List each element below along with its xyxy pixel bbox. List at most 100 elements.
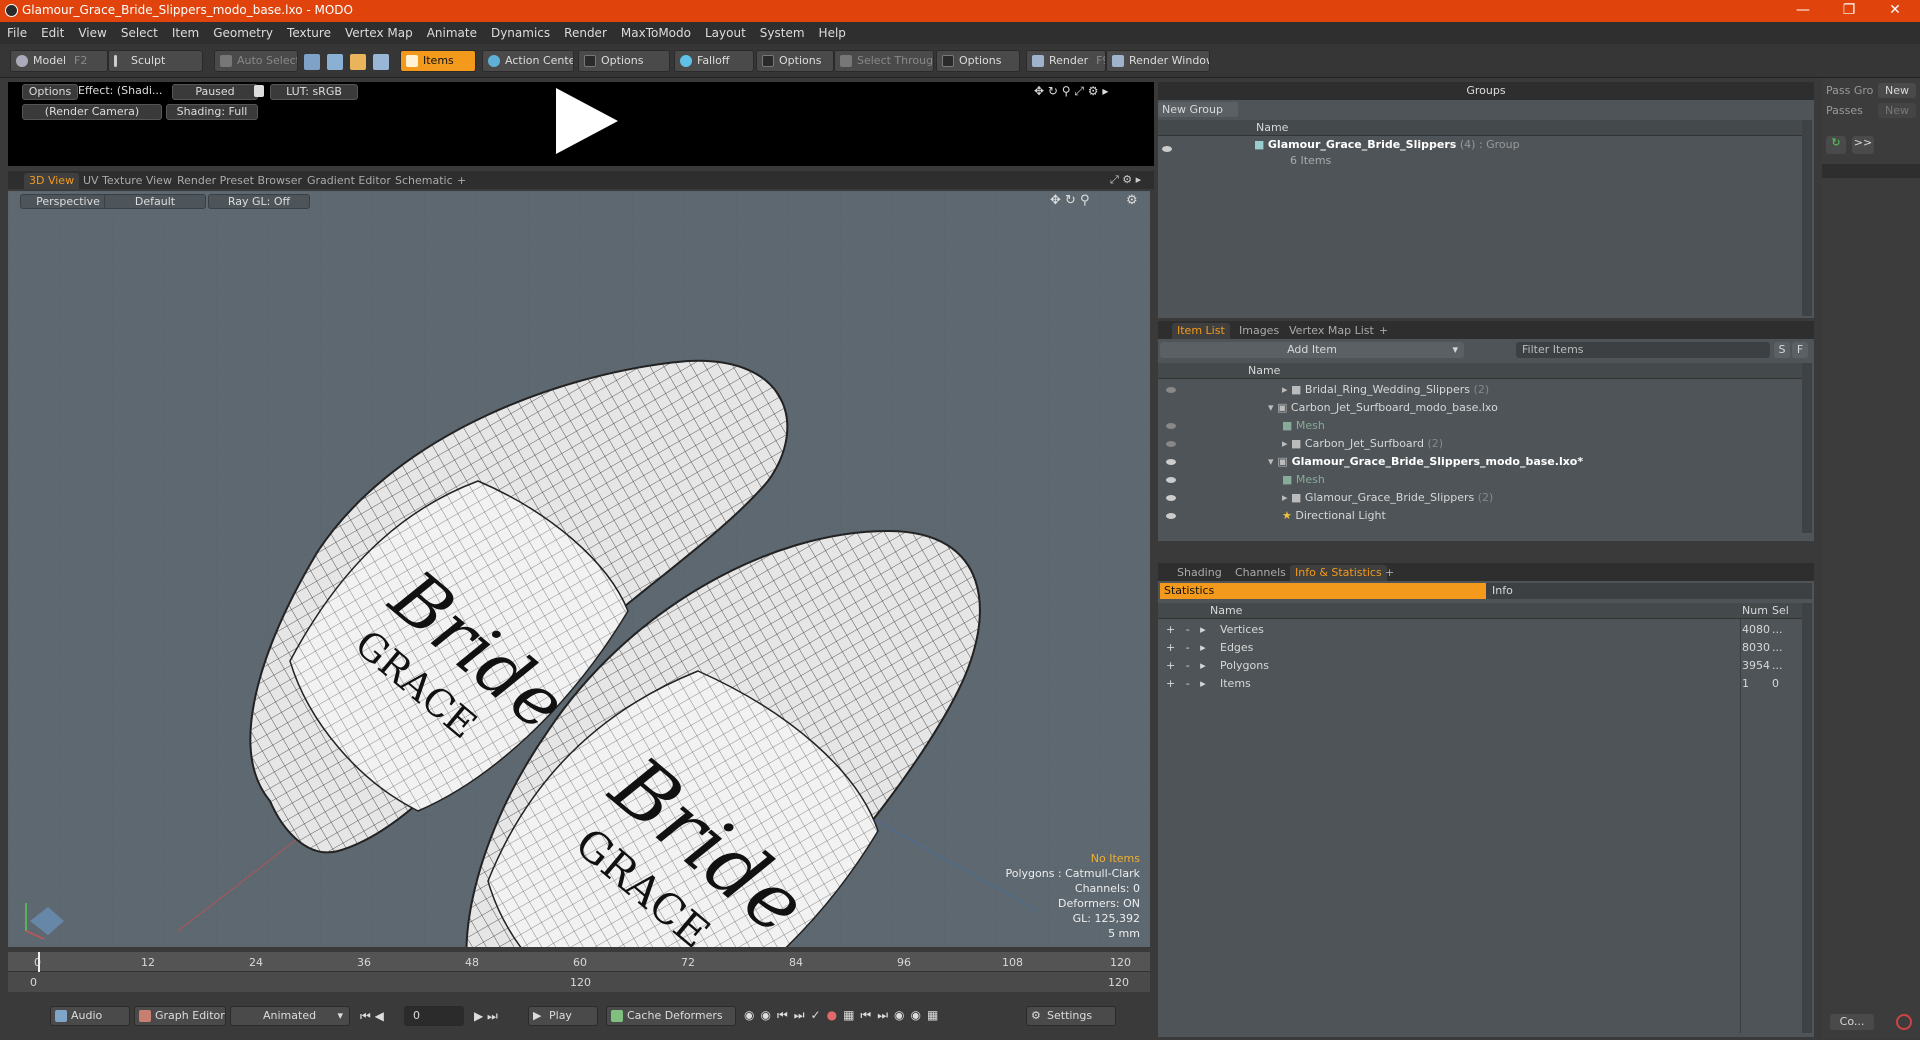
- falloff-options-button[interactable]: Options: [756, 50, 834, 72]
- select-through-options-button[interactable]: Options: [936, 50, 1020, 72]
- preview-options-button[interactable]: Options: [22, 84, 78, 100]
- action-center-options-button[interactable]: Options: [578, 50, 670, 72]
- expand-icon[interactable]: + - ▸: [1166, 657, 1206, 675]
- s-button[interactable]: S: [1774, 342, 1790, 358]
- menu-edit[interactable]: Edit: [34, 22, 71, 44]
- tab-vertex-map-list[interactable]: Vertex Map List: [1284, 323, 1379, 339]
- list-item[interactable]: ■ Mesh: [1282, 417, 1325, 435]
- menu-maxtomodo[interactable]: MaxToModo: [614, 22, 698, 44]
- graph-editor-button[interactable]: Graph Editor: [134, 1006, 226, 1026]
- eye-icon[interactable]: [1166, 495, 1176, 501]
- lock-icon[interactable]: [254, 85, 264, 97]
- preview-paused-button[interactable]: Paused: [172, 84, 258, 100]
- step-forward-icons[interactable]: ▶ ⏭: [474, 1009, 498, 1024]
- vertices-mode-icon[interactable]: [304, 54, 320, 70]
- minimize-icon[interactable]: —: [1780, 0, 1826, 22]
- maximize-icon[interactable]: ❐: [1826, 0, 1872, 22]
- new-pass-group-button[interactable]: New: [1878, 83, 1916, 98]
- menu-select[interactable]: Select: [114, 22, 165, 44]
- menu-dynamics[interactable]: Dynamics: [484, 22, 557, 44]
- action-center-button[interactable]: Action Center: [482, 50, 574, 72]
- timeline[interactable]: 0 12 24 36 48 60 72 84 96 108 120 0 120 …: [8, 952, 1150, 992]
- select-through-button[interactable]: Select Through: [834, 50, 934, 72]
- falloff-button[interactable]: Falloff: [674, 50, 754, 72]
- menu-help[interactable]: Help: [812, 22, 853, 44]
- menu-geometry[interactable]: Geometry: [206, 22, 280, 44]
- add-tab-button[interactable]: +: [452, 173, 471, 189]
- materials-mode-icon[interactable]: [373, 54, 389, 70]
- view-tab-controls[interactable]: ⤢ ⚙ ▸: [1110, 173, 1141, 187]
- tab-info-statistics[interactable]: Info & Statistics: [1290, 565, 1387, 581]
- expand-icon[interactable]: + - ▸: [1166, 675, 1206, 693]
- tab-images[interactable]: Images: [1234, 323, 1284, 339]
- shading-dropdown[interactable]: Shading: Full: [166, 104, 258, 120]
- audio-button[interactable]: Audio: [50, 1006, 130, 1026]
- 3d-viewport[interactable]: Bride GRACE Bride GRACE Perspective Defa…: [8, 191, 1150, 947]
- eye-icon[interactable]: [1166, 387, 1176, 393]
- expand-icon[interactable]: + - ▸: [1166, 639, 1206, 657]
- tab-channels[interactable]: Channels: [1230, 565, 1291, 581]
- f-button[interactable]: F: [1792, 342, 1808, 358]
- render-button[interactable]: Render F9: [1026, 50, 1106, 72]
- tab-shading[interactable]: Shading: [1172, 565, 1227, 581]
- list-item[interactable]: ■ Mesh: [1282, 471, 1325, 489]
- menu-vertex-map[interactable]: Vertex Map: [338, 22, 420, 44]
- menu-animate[interactable]: Animate: [420, 22, 484, 44]
- stats-row[interactable]: + - ▸ Polygons 3954...: [1158, 657, 1810, 675]
- settings-button[interactable]: ⚙ Settings: [1026, 1006, 1116, 1026]
- stats-row[interactable]: + - ▸ Edges 8030...: [1158, 639, 1810, 657]
- groups-scrollbar[interactable]: [1802, 120, 1812, 316]
- auto-select-button[interactable]: Auto Select: [214, 50, 298, 72]
- frame-input[interactable]: 0: [404, 1006, 464, 1026]
- new-group-button[interactable]: New Group: [1158, 102, 1238, 117]
- command-input[interactable]: Co...: [1830, 1014, 1874, 1030]
- menu-item[interactable]: Item: [165, 22, 206, 44]
- menu-layout[interactable]: Layout: [698, 22, 753, 44]
- record-icon[interactable]: [1896, 1014, 1912, 1030]
- menu-file[interactable]: File: [0, 22, 34, 44]
- menu-texture[interactable]: Texture: [280, 22, 338, 44]
- close-icon[interactable]: ✕: [1872, 0, 1918, 22]
- play-button[interactable]: ▶ Play: [528, 1006, 598, 1026]
- playhead[interactable]: [38, 952, 40, 972]
- menu-view[interactable]: View: [71, 22, 113, 44]
- step-back-icons[interactable]: ⏮ ◀: [360, 1009, 384, 1024]
- list-item[interactable]: ▸ ■ Glamour_Grace_Bride_Slippers (2): [1282, 489, 1493, 507]
- gear-icon[interactable]: ⚙: [1126, 193, 1138, 208]
- refresh-icon[interactable]: ↻: [1826, 136, 1846, 154]
- tab-item-list[interactable]: Item List: [1172, 323, 1230, 339]
- sculpt-button[interactable]: Sculpt: [108, 50, 203, 72]
- key-tools-icons[interactable]: ◉◉⏮⏭✓●▦⏮⏭◉◉▦: [744, 1008, 944, 1023]
- eye-icon[interactable]: [1166, 441, 1176, 447]
- item-list-scrollbar[interactable]: [1802, 363, 1812, 533]
- groups-row[interactable]: ■ Glamour_Grace_Bride_Slippers (4) : Gro…: [1254, 138, 1520, 151]
- tab-gradient-editor[interactable]: Gradient Editor: [302, 173, 396, 189]
- eye-icon[interactable]: [1162, 146, 1172, 152]
- list-item[interactable]: ▸ ■ Carbon_Jet_Surfboard (2): [1282, 435, 1443, 453]
- expand-icon[interactable]: + - ▸: [1166, 621, 1206, 639]
- render-camera-dropdown[interactable]: (Render Camera): [22, 104, 162, 120]
- eye-icon[interactable]: [1166, 459, 1176, 465]
- lut-dropdown[interactable]: LUT: sRGB: [270, 84, 358, 100]
- list-item[interactable]: ▾ ▣ Glamour_Grace_Bride_Slippers_modo_ba…: [1268, 453, 1583, 471]
- list-item[interactable]: ▾ ▣ Carbon_Jet_Surfboard_modo_base.lxo: [1268, 399, 1498, 417]
- cache-deformers-button[interactable]: Cache Deformers: [606, 1006, 736, 1026]
- stats-row[interactable]: + - ▸ Items 1 0: [1158, 675, 1810, 693]
- tab-schematic[interactable]: Schematic: [390, 173, 458, 189]
- items-mode-button[interactable]: Items: [400, 50, 476, 72]
- preview-effect-dropdown[interactable]: Effect: (Shadi...: [78, 84, 168, 100]
- raygl-dropdown[interactable]: Ray GL: Off: [208, 194, 310, 209]
- play-icon[interactable]: [556, 88, 618, 154]
- edges-mode-icon[interactable]: [327, 54, 343, 70]
- eye-icon[interactable]: [1166, 513, 1176, 519]
- viewport-nav-icons[interactable]: ✥ ↻ ⚲: [1050, 193, 1090, 208]
- stats-scrollbar[interactable]: [1802, 603, 1812, 1033]
- add-item-button[interactable]: Add Item ▾: [1160, 342, 1464, 358]
- eye-icon[interactable]: [1166, 423, 1176, 429]
- filter-items-input[interactable]: Filter Items: [1516, 342, 1770, 358]
- preview-nav-icons[interactable]: ✥ ↻ ⚲ ⤢ ⚙ ▸: [1034, 84, 1108, 99]
- statistics-tab[interactable]: Statistics: [1160, 583, 1486, 599]
- eye-icon[interactable]: [1166, 477, 1176, 483]
- polygons-mode-icon[interactable]: [350, 54, 366, 70]
- menu-system[interactable]: System: [753, 22, 812, 44]
